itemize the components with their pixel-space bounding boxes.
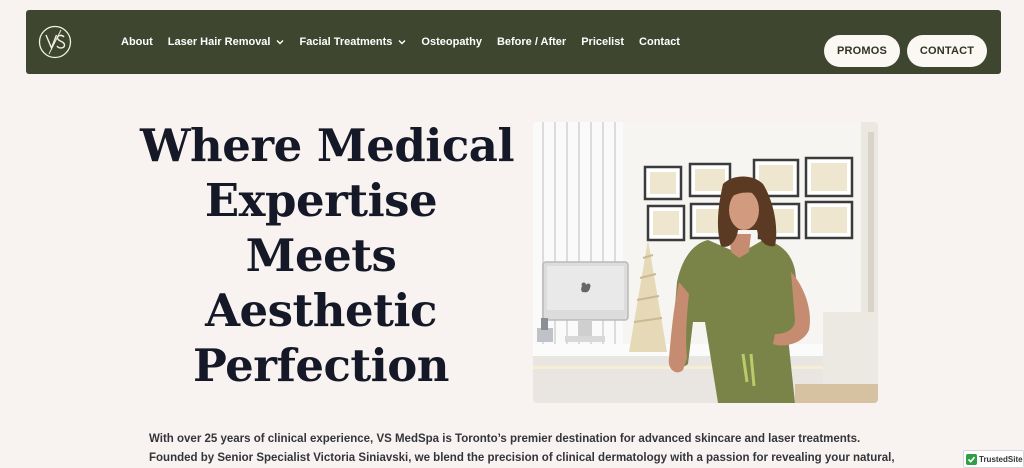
nav-item-label: Laser Hair Removal bbox=[167, 36, 271, 48]
hero-photo bbox=[533, 122, 878, 403]
hero-title-line: Where Medical bbox=[140, 119, 515, 172]
nav-item-label: Contact bbox=[639, 36, 680, 48]
check-icon bbox=[966, 453, 977, 465]
hero-title-line: Meets bbox=[245, 229, 397, 282]
nav-item-label: Facial Treatments bbox=[299, 36, 393, 48]
vs-logo-icon[interactable] bbox=[38, 25, 72, 59]
main-navbar: About Laser Hair Removal Facial Treatmen… bbox=[26, 10, 1001, 74]
trustedsite-label: TrustedSite bbox=[979, 454, 1023, 464]
nav-item-about[interactable]: About bbox=[121, 36, 153, 48]
nav-item-facial-treatments[interactable]: Facial Treatments bbox=[299, 36, 406, 48]
nav-item-label: Pricelist bbox=[581, 36, 625, 48]
hero-title-line: Aesthetic bbox=[205, 284, 437, 337]
hero-intro-text: With over 25 years of clinical experienc… bbox=[149, 430, 895, 468]
intro-line: With over 25 years of clinical experienc… bbox=[149, 433, 861, 445]
contact-button[interactable]: CONTACT bbox=[907, 35, 987, 67]
nav-item-pricelist[interactable]: Pricelist bbox=[581, 36, 624, 48]
hero-title-line: Perfection bbox=[193, 339, 449, 392]
nav-item-label: About bbox=[121, 36, 153, 48]
nav-item-laser-hair-removal[interactable]: Laser Hair Removal bbox=[168, 36, 285, 48]
promos-button[interactable]: PROMOS bbox=[824, 35, 900, 67]
nav-item-contact[interactable]: Contact bbox=[639, 36, 680, 48]
nav-item-label: Before / After bbox=[496, 36, 567, 48]
hero-title: Where Medical Expertise Meets Aesthetic … bbox=[140, 118, 515, 393]
trustedsite-badge[interactable]: TrustedSite bbox=[963, 450, 1024, 468]
nav-links: About Laser Hair Removal Facial Treatmen… bbox=[121, 10, 695, 74]
nav-item-osteopathy[interactable]: Osteopathy bbox=[421, 36, 482, 48]
nav-item-before-after[interactable]: Before / After bbox=[497, 36, 566, 48]
chevron-down-icon bbox=[276, 40, 284, 45]
intro-line: Founded by Senior Specialist Victoria Si… bbox=[149, 452, 895, 464]
hero-title-line: Expertise bbox=[204, 174, 438, 227]
clinic-photo-illustration bbox=[533, 122, 878, 403]
chevron-down-icon bbox=[398, 40, 406, 45]
nav-item-label: Osteopathy bbox=[421, 36, 482, 48]
